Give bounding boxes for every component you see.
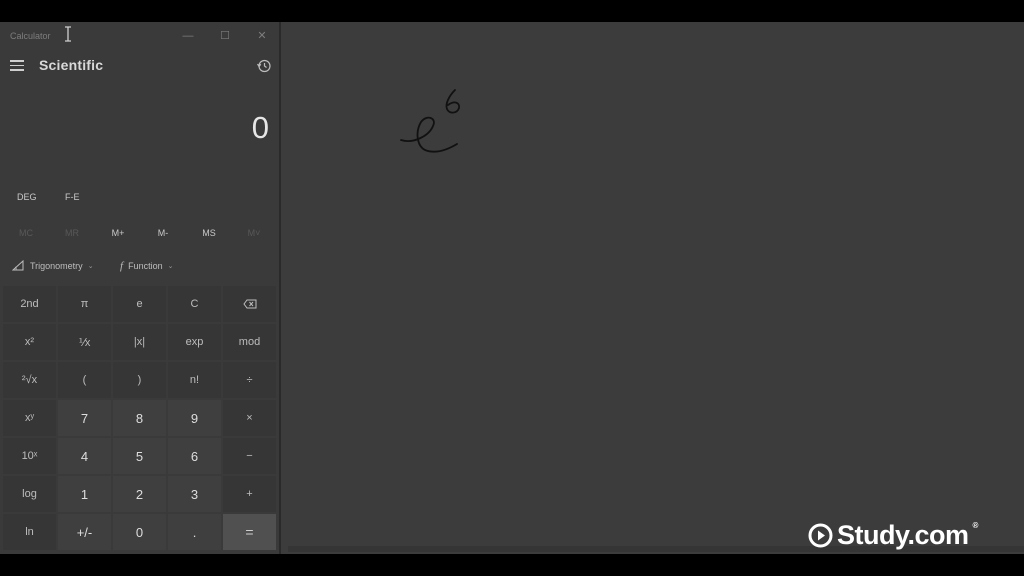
trademark-mark: ® xyxy=(972,521,979,530)
close-button[interactable]: ✕ xyxy=(254,28,270,44)
digit-1-button[interactable]: 1 xyxy=(58,476,111,512)
function-label: Function xyxy=(128,261,163,271)
hamburger-icon[interactable] xyxy=(10,60,24,72)
digit-9-button[interactable]: 9 xyxy=(168,400,221,436)
function-dropdown[interactable]: f Function ⌄ xyxy=(120,260,173,272)
handwritten-e-to-the-6: e xyxy=(400,89,461,153)
negate-button[interactable]: +/- xyxy=(58,514,111,550)
digit-5-button[interactable]: 5 xyxy=(113,438,166,474)
exp-button[interactable]: exp xyxy=(168,324,221,360)
digit-2-button[interactable]: 2 xyxy=(113,476,166,512)
text-cursor-icon xyxy=(65,26,71,42)
brand-name: Study.com xyxy=(837,519,969,550)
history-icon[interactable] xyxy=(256,58,272,74)
memory-row: MC MR M+ M- MS M˅ xyxy=(0,228,281,244)
multiply-button[interactable]: × xyxy=(223,400,276,436)
mr-button[interactable]: MR xyxy=(49,228,95,238)
keypad: 2nd π e C x² ⅟x |x| exp mod ²√x ( ) n! ÷ xyxy=(3,286,278,552)
decimal-button[interactable]: . xyxy=(168,514,221,550)
chevron-down-icon: ⌄ xyxy=(87,262,94,270)
mod-button[interactable]: mod xyxy=(223,324,276,360)
function-icon: f xyxy=(120,260,124,272)
divide-button[interactable]: ÷ xyxy=(223,362,276,398)
reciprocal-button[interactable]: ⅟x xyxy=(58,324,111,360)
equals-button[interactable]: = xyxy=(223,514,276,550)
angle-row: DEG F-E xyxy=(0,192,281,208)
digit-0-button[interactable]: 0 xyxy=(113,514,166,550)
pi-button[interactable]: π xyxy=(58,286,111,322)
m-plus-button[interactable]: M+ xyxy=(95,228,141,238)
memory-list-button[interactable]: M˅ xyxy=(231,228,277,238)
close-paren-button[interactable]: ) xyxy=(113,362,166,398)
abs-button[interactable]: |x| xyxy=(113,324,166,360)
backspace-button[interactable] xyxy=(223,286,276,322)
whiteboard: e 6 xyxy=(283,22,1024,554)
mode-title: Scientific xyxy=(39,57,104,73)
clear-button[interactable]: C xyxy=(168,286,221,322)
window-title: Calculator xyxy=(10,31,51,41)
add-button[interactable]: + xyxy=(223,476,276,512)
power-button[interactable]: xʸ xyxy=(3,400,56,436)
play-circle-icon xyxy=(808,523,833,547)
chevron-down-icon: ⌄ xyxy=(167,263,174,270)
square-button[interactable]: x² xyxy=(3,324,56,360)
ms-button[interactable]: MS xyxy=(186,228,232,238)
backspace-icon xyxy=(242,299,256,309)
open-paren-button[interactable]: ( xyxy=(58,362,111,398)
second-button[interactable]: 2nd xyxy=(3,286,56,322)
digit-8-button[interactable]: 8 xyxy=(113,400,166,436)
angle-unit-button[interactable]: DEG xyxy=(17,192,37,202)
subtract-button[interactable]: − xyxy=(223,438,276,474)
fe-button[interactable]: F-E xyxy=(65,192,80,202)
study-com-watermark: Study.com ® xyxy=(808,519,978,551)
ten-power-button[interactable]: 10ˣ xyxy=(3,438,56,474)
triangle-icon xyxy=(12,260,24,271)
digit-6-button[interactable]: 6 xyxy=(168,438,221,474)
digit-7-button[interactable]: 7 xyxy=(58,400,111,436)
trigonometry-dropdown[interactable]: Trigonometry ⌄ xyxy=(12,260,94,271)
screen: Calculator — ☐ ✕ Scientific 0 DEG F-E MC… xyxy=(0,22,1024,554)
m-minus-button[interactable]: M- xyxy=(140,228,186,238)
digit-3-button[interactable]: 3 xyxy=(168,476,221,512)
maximize-button[interactable]: ☐ xyxy=(217,28,233,44)
digit-4-button[interactable]: 4 xyxy=(58,438,111,474)
title-bar[interactable]: Calculator — ☐ ✕ xyxy=(0,22,281,50)
log-button[interactable]: log xyxy=(3,476,56,512)
result-display: 0 xyxy=(251,110,269,145)
sqrt-button[interactable]: ²√x xyxy=(3,362,56,398)
factorial-button[interactable]: n! xyxy=(168,362,221,398)
ln-button[interactable]: ln xyxy=(3,514,56,550)
calculator-window: Calculator — ☐ ✕ Scientific 0 DEG F-E MC… xyxy=(0,22,281,554)
minimize-button[interactable]: — xyxy=(180,28,196,44)
mc-button[interactable]: MC xyxy=(3,228,49,238)
function-row: Trigonometry ⌄ f Function ⌄ xyxy=(0,260,281,276)
trigonometry-label: Trigonometry xyxy=(30,260,83,271)
e-button[interactable]: e xyxy=(113,286,166,322)
